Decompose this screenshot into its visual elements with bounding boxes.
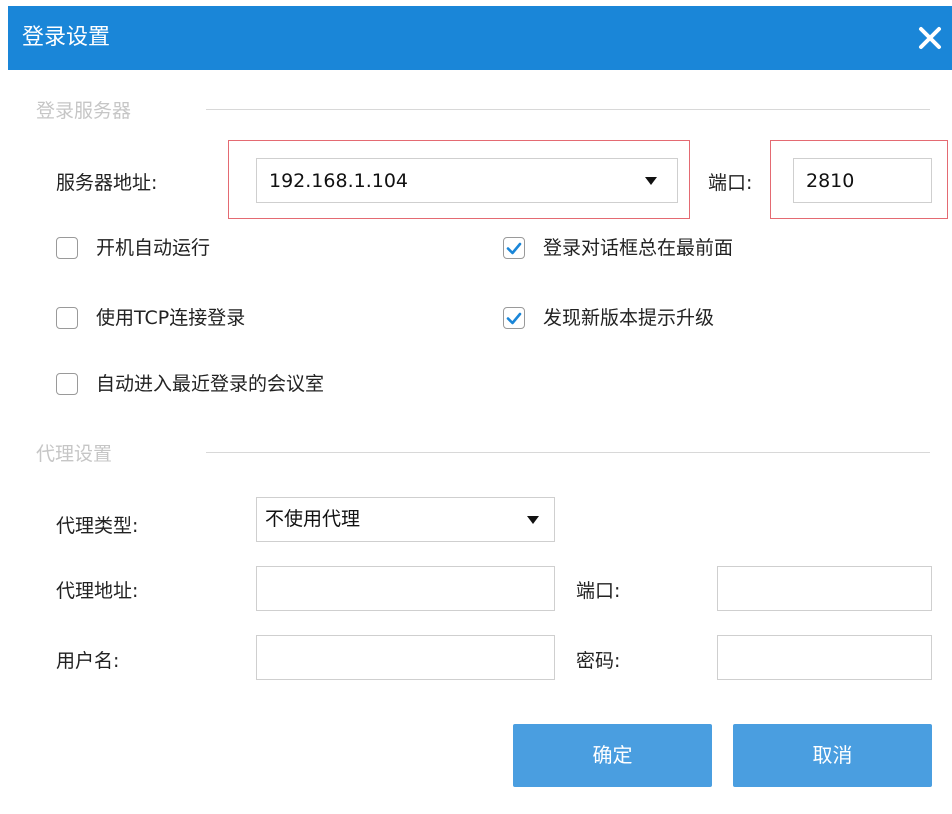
server-port-value: 2810	[806, 170, 855, 192]
proxy-address-label: 代理地址:	[56, 580, 139, 602]
option-label: 开机自动运行	[96, 237, 211, 259]
checkbox[interactable]	[56, 307, 78, 329]
server-port-input[interactable]: 2810	[793, 158, 932, 203]
proxy-port-label: 端口:	[576, 580, 621, 602]
close-icon	[919, 27, 941, 49]
password-input[interactable]	[717, 635, 932, 680]
proxy-section-divider	[206, 452, 930, 453]
username-input[interactable]	[256, 635, 555, 680]
proxy-type-label: 代理类型:	[56, 515, 139, 537]
server-address-label: 服务器地址:	[56, 172, 158, 194]
checkbox[interactable]	[503, 307, 525, 329]
checkbox[interactable]	[503, 237, 525, 259]
proxy-type-value: 不使用代理	[265, 508, 361, 530]
option-label: 自动进入最近登录的会议室	[96, 373, 325, 395]
checkmark-icon	[506, 242, 522, 255]
checkbox[interactable]	[56, 237, 78, 259]
server-section-divider	[206, 109, 930, 110]
username-label: 用户名:	[56, 650, 120, 672]
checkbox[interactable]	[56, 373, 78, 395]
title-bar: 登录设置	[8, 6, 952, 70]
proxy-address-input[interactable]	[256, 566, 555, 611]
cancel-button[interactable]: 取消	[733, 724, 932, 787]
option-label: 使用TCP连接登录	[96, 307, 246, 329]
proxy-port-input[interactable]	[717, 566, 932, 611]
server-address-select[interactable]: 192.168.1.104	[256, 158, 678, 203]
window-title: 登录设置	[22, 25, 111, 50]
close-button[interactable]	[914, 22, 946, 54]
proxy-type-select[interactable]: 不使用代理	[256, 497, 555, 542]
dropdown-arrow-icon[interactable]	[645, 177, 657, 185]
server-section-heading: 登录服务器	[36, 100, 132, 122]
option-label: 发现新版本提示升级	[543, 307, 715, 329]
server-address-value: 192.168.1.104	[269, 170, 409, 192]
ok-button[interactable]: 确定	[513, 724, 712, 787]
option-label: 登录对话框总在最前面	[543, 237, 734, 259]
server-port-label: 端口:	[708, 172, 753, 194]
proxy-section-heading: 代理设置	[36, 443, 113, 465]
dropdown-arrow-icon[interactable]	[527, 516, 539, 524]
password-label: 密码:	[576, 650, 621, 672]
checkmark-icon	[506, 312, 522, 325]
